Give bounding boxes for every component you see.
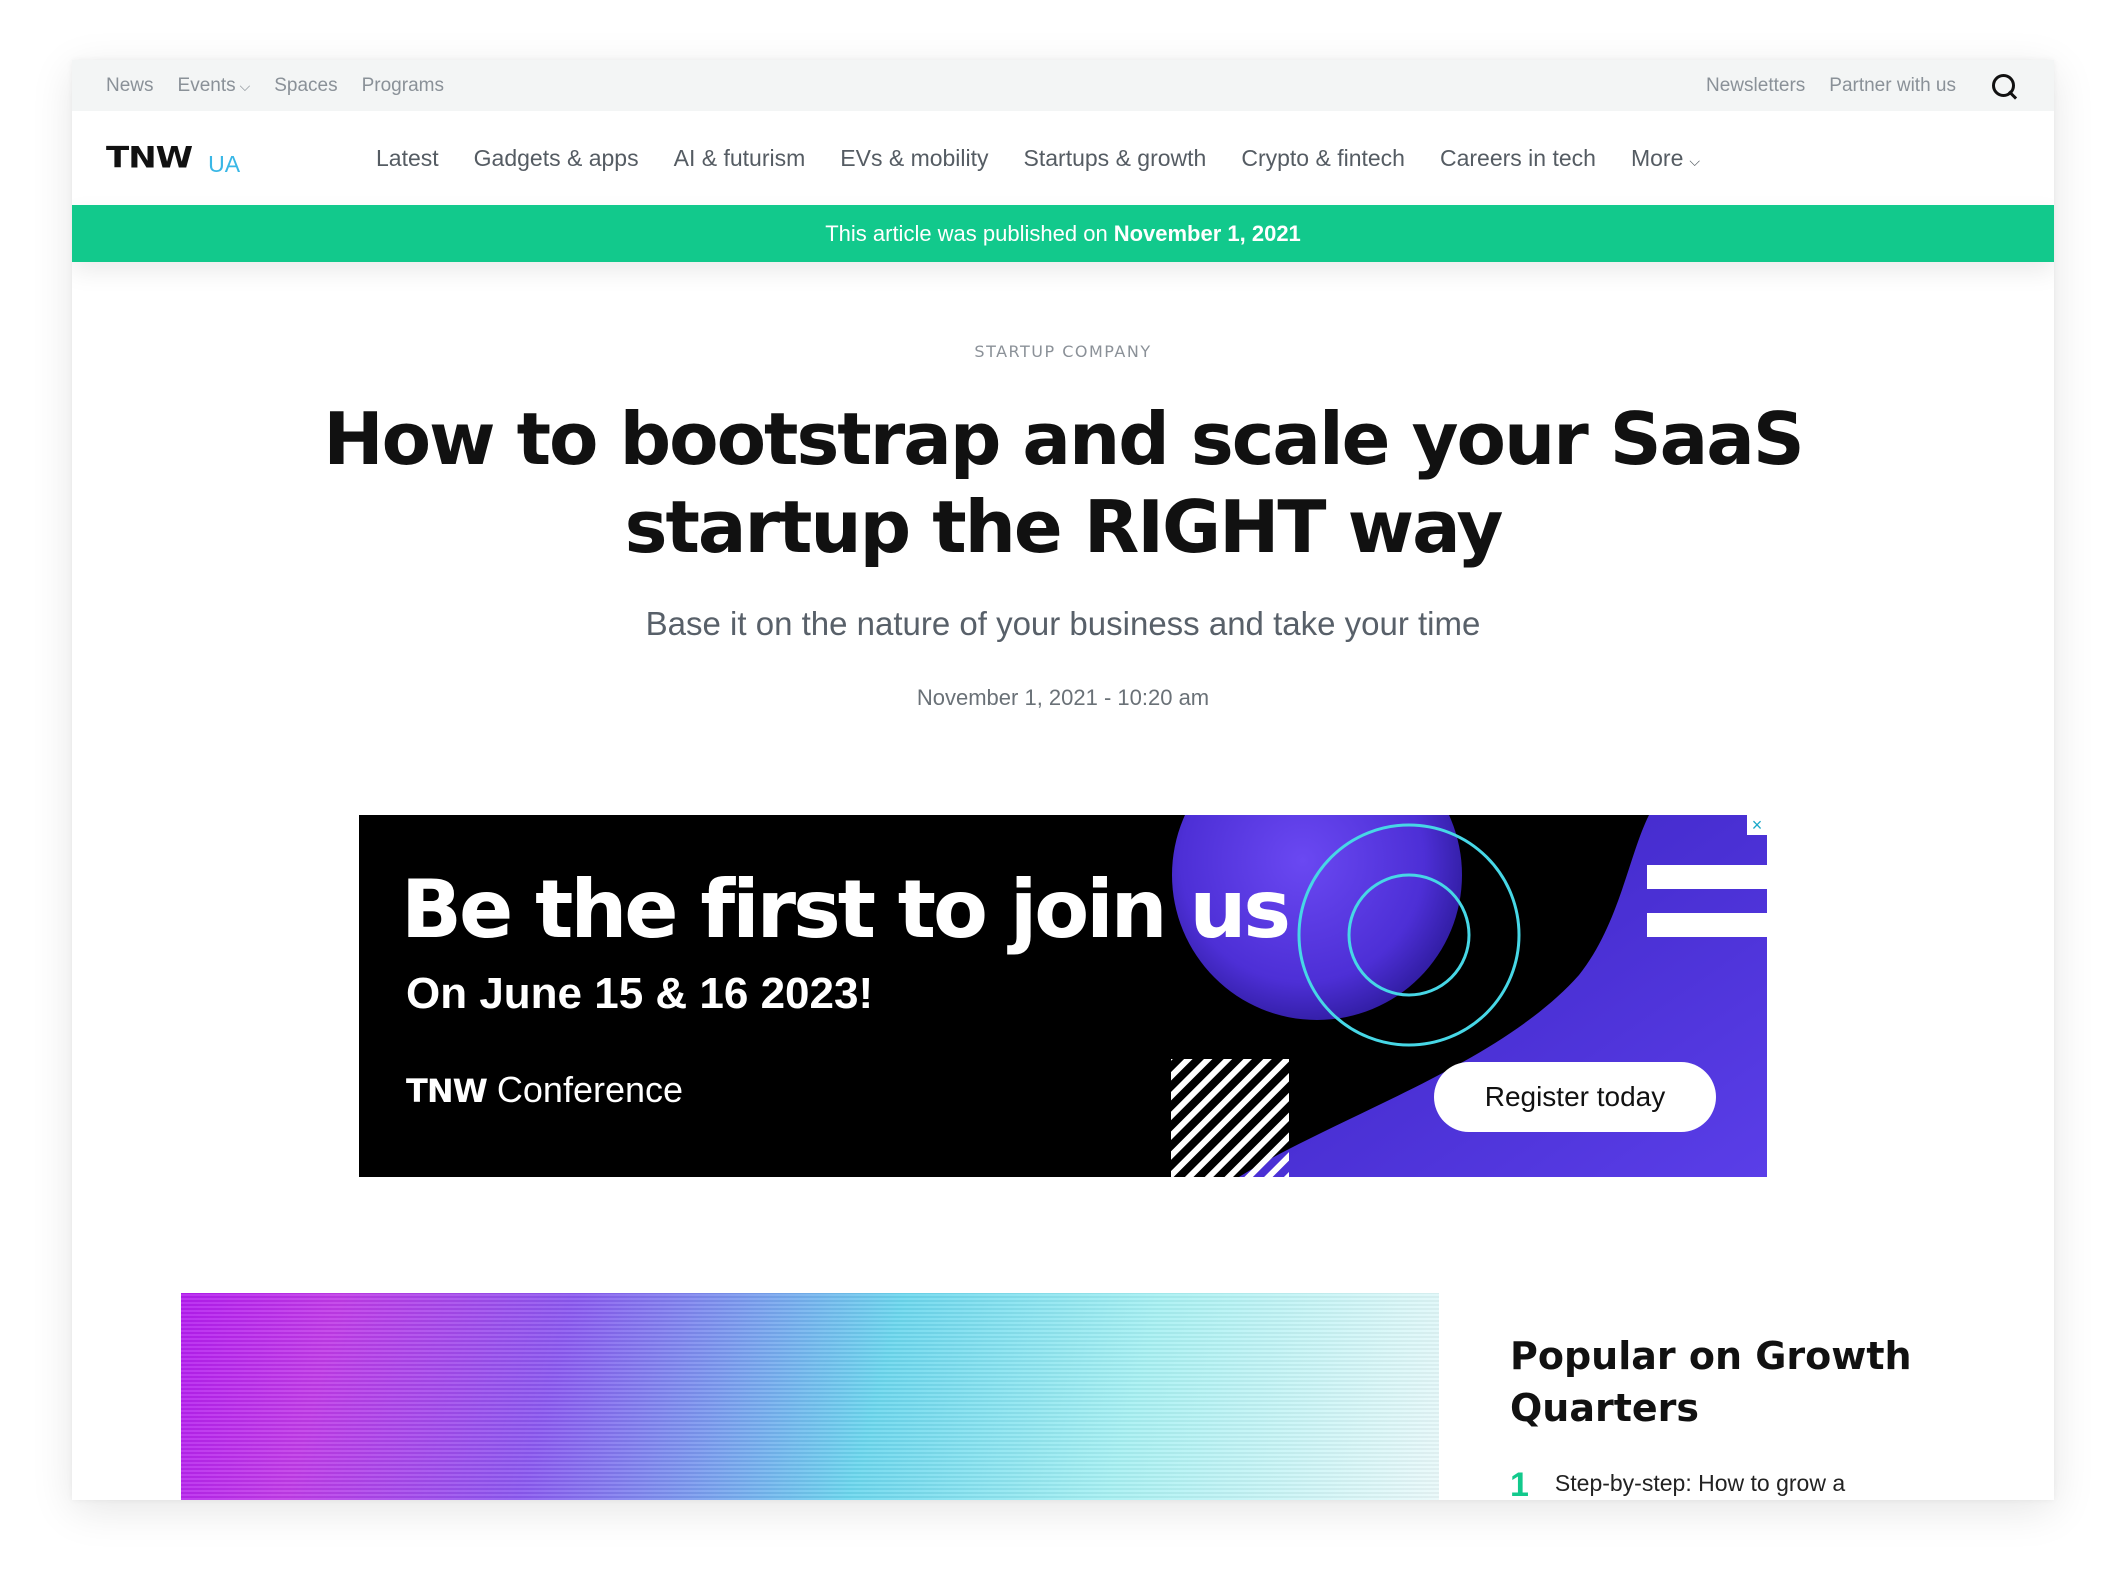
topbar-link-spaces[interactable]: Spaces bbox=[274, 75, 337, 97]
article-datetime: November 1, 2021 - 10:20 am bbox=[916, 685, 1210, 710]
topbar-link-programs[interactable]: Programs bbox=[362, 75, 444, 97]
hero-image bbox=[181, 1293, 1439, 1500]
register-button[interactable]: Register today bbox=[1434, 1062, 1716, 1132]
nav-item-evs[interactable]: EVs & mobility bbox=[840, 145, 988, 172]
sidebar-title: Popular on Growth Quarters bbox=[1510, 1334, 1912, 1430]
article-category[interactable]: STARTUP COMPANY bbox=[72, 342, 2054, 361]
ad-date: On June 15 & 16 2023! bbox=[406, 969, 874, 1018]
published-prefix: This article was published on bbox=[825, 220, 1108, 246]
popular-item-title: Step-by-step: How to grow a bbox=[1554, 1470, 1846, 1496]
nav-item-ai[interactable]: AI & futurism bbox=[674, 145, 806, 172]
tnw-logo: TNW bbox=[406, 1072, 488, 1110]
brand: TNW UA bbox=[106, 138, 376, 178]
ad-brand-text: Conference bbox=[496, 1069, 684, 1110]
utility-nav-left: News Events ⌵ Spaces Programs bbox=[106, 75, 444, 97]
nav-item-startups[interactable]: Startups & growth bbox=[1024, 145, 1207, 172]
nav-item-crypto[interactable]: Crypto & fintech bbox=[1241, 145, 1405, 172]
ad-banner[interactable]: Be the first to join us On June 15 & 16 … bbox=[359, 815, 1767, 1177]
published-date: November 1, 2021 bbox=[1113, 220, 1301, 246]
nav-more-label: More bbox=[1630, 144, 1684, 171]
topbar-link-news[interactable]: News bbox=[106, 75, 154, 97]
browser-page: News Events ⌵ Spaces Programs Newsletters… bbox=[72, 60, 2054, 1500]
utility-nav-right: Newsletters Partner with us bbox=[1706, 71, 2020, 101]
nav-item-gadgets[interactable]: Gadgets & apps bbox=[474, 145, 639, 172]
ad-headline: Be the first to join us bbox=[401, 863, 1291, 956]
popular-item[interactable]: 1 Step-by-step: How to grow a bbox=[1510, 1466, 1846, 1500]
topbar-link-events[interactable]: Events ⌵ bbox=[178, 75, 251, 97]
chevron-down-icon: ⌵ bbox=[1689, 152, 1700, 169]
utility-bar: News Events ⌵ Spaces Programs Newsletters… bbox=[72, 60, 2054, 111]
topbar-events-label: Events bbox=[177, 74, 236, 96]
article-title: How to bootstrap and scale your SaaS sta… bbox=[323, 397, 1804, 569]
main-nav: TNW UA Latest Gadgets & apps AI & futuri… bbox=[72, 111, 2054, 205]
close-icon[interactable]: × bbox=[1747, 815, 1767, 835]
nav-item-careers[interactable]: Careers in tech bbox=[1440, 145, 1596, 172]
search-icon[interactable] bbox=[1990, 71, 2020, 101]
topbar-link-partner[interactable]: Partner with us bbox=[1829, 75, 1956, 97]
nav-links: Latest Gadgets & apps AI & futurism EVs … bbox=[376, 145, 1700, 172]
chevron-down-icon: ⌵ bbox=[239, 77, 251, 94]
ad-brand: TNW Conference bbox=[406, 1069, 683, 1111]
tnw-logo[interactable]: TNW bbox=[106, 141, 193, 175]
published-banner: This article was published on November 1… bbox=[72, 205, 2054, 262]
popular-item-number: 1 bbox=[1510, 1466, 1529, 1500]
article-subtitle: Base it on the nature of your business a… bbox=[645, 605, 1481, 642]
edition-label[interactable]: UA bbox=[208, 151, 240, 178]
nav-item-latest[interactable]: Latest bbox=[376, 145, 439, 172]
topbar-link-newsletters[interactable]: Newsletters bbox=[1706, 75, 1805, 97]
nav-item-more[interactable]: More ⌵ bbox=[1631, 145, 1700, 172]
